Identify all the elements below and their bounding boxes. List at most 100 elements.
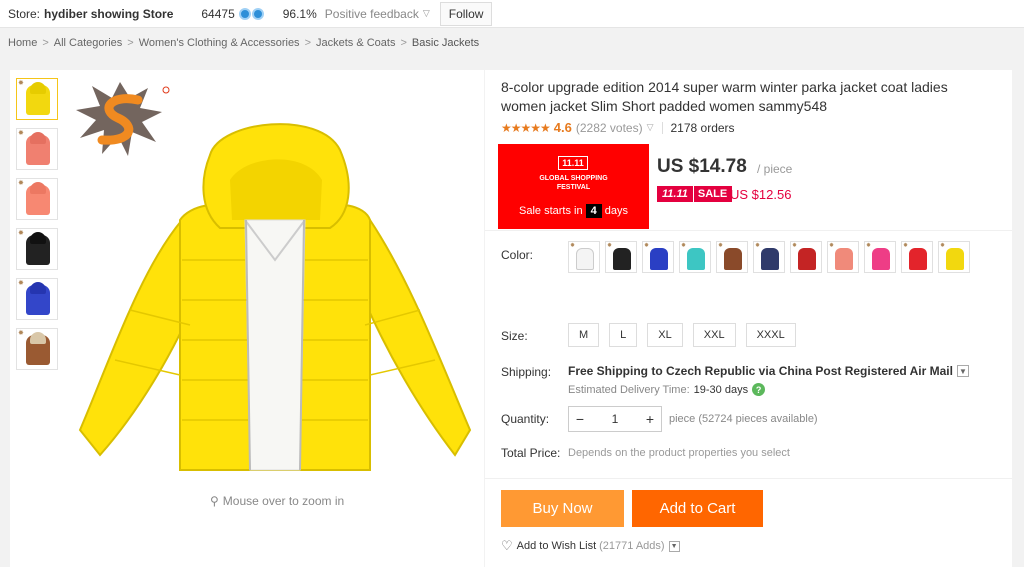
color-swatch-coral[interactable]: ✸ <box>827 241 859 273</box>
quantity-minus-button[interactable]: − <box>569 411 591 427</box>
thumbnail-list: ✸ ✸ ✸ ✸ ✸ ✸ <box>16 78 60 378</box>
breadcrumb-womens-clothing[interactable]: Women's Clothing & Accessories <box>139 37 300 49</box>
sale-badge-1111: 11.11 <box>657 186 693 202</box>
help-icon[interactable]: ? <box>752 383 766 396</box>
quantity-label: Quantity: <box>501 412 550 426</box>
shipping-main: Free Shipping to Czech Republic via Chin… <box>568 364 953 378</box>
wishlist-row[interactable]: ♡ Add to Wish List (21771 Adds) ▼ <box>501 538 680 554</box>
heart-icon: ♡ <box>501 538 513 553</box>
promo-line-2: FESTIVAL <box>556 184 591 191</box>
add-to-cart-button[interactable]: Add to Cart <box>632 490 763 527</box>
color-label: Color: <box>501 248 534 262</box>
size-option-l[interactable]: L <box>609 323 638 347</box>
price: US $14.78 <box>657 156 747 177</box>
thumbnail-black[interactable]: ✸ <box>16 228 58 270</box>
thumbnail-brown[interactable]: ✸ <box>16 328 58 370</box>
color-swatch-teal[interactable]: ✸ <box>679 241 711 273</box>
chevron-down-icon[interactable]: ▽ <box>423 8 430 19</box>
breadcrumb-jackets-coats[interactable]: Jackets & Coats <box>316 37 395 49</box>
color-swatch-brown[interactable]: ✸ <box>716 241 748 273</box>
promo-countdown: Sale starts in 4 days <box>498 204 649 218</box>
color-swatch-black[interactable]: ✸ <box>605 241 637 273</box>
color-swatch-yellow[interactable]: ✸ <box>938 241 970 273</box>
delivery-label: Estimated Delivery Time: <box>568 383 690 396</box>
promo-line-1: GLOBAL SHOPPING <box>539 175 608 182</box>
size-option-xxxl[interactable]: XXXL <box>745 323 796 347</box>
color-swatch-red[interactable]: ✸ <box>790 241 822 273</box>
color-swatch-pink[interactable]: ✸ <box>864 241 896 273</box>
zoom-hint: ⚲ Mouse over to zoom in <box>210 494 344 508</box>
rating-stars-icon: ★★★★★ <box>501 120 551 135</box>
quantity-input[interactable]: 1 <box>591 412 639 426</box>
shipping-label: Shipping: <box>501 365 552 379</box>
store-name[interactable]: hydiber showing Store <box>44 7 173 21</box>
breadcrumb-home[interactable]: Home <box>8 37 37 49</box>
promo-1111-icon: 11.11 <box>558 156 588 170</box>
store-label: Store: <box>8 6 41 21</box>
chevron-down-icon[interactable]: ▼ <box>956 365 969 377</box>
divider <box>661 121 663 134</box>
buy-now-button[interactable]: Buy Now <box>501 490 624 527</box>
per-piece-label: / piece <box>757 162 793 176</box>
divider <box>485 478 1012 479</box>
size-option-m[interactable]: M <box>568 323 600 347</box>
product-gallery: ✸ ✸ ✸ ✸ ✸ ✸ ⚲ Mouse over to zoom in <box>10 70 484 567</box>
orders-count: 2178 orders <box>670 120 735 135</box>
thumbnail-coral[interactable]: ✸ <box>16 128 58 170</box>
delivery-value: 19-30 days <box>693 383 749 396</box>
color-swatch-white[interactable]: ✸ <box>568 241 600 273</box>
sale-badge-label: SALE <box>692 186 733 202</box>
quantity-stepper: − 1 + <box>568 406 662 432</box>
breadcrumb-basic-jackets[interactable]: Basic Jackets <box>412 37 479 49</box>
delivery-estimate: Estimated Delivery Time: 19-30 days ? <box>568 383 766 396</box>
color-swatches: ✸ ✸ ✸ ✸ ✸ ✸ ✸ ✸ ✸ ✸ ✸ <box>568 241 988 279</box>
divider <box>485 230 1012 231</box>
size-option-xxl[interactable]: XXL <box>692 323 736 347</box>
quantity-plus-button[interactable]: + <box>639 411 661 427</box>
rating-row: ★★★★★ 4.6 (2282 votes) ▽ 2178 orders <box>501 120 735 135</box>
quantity-available: piece (52724 pieces available) <box>669 413 818 425</box>
breadcrumb-separator: > <box>400 37 407 49</box>
thumbnail-yellow[interactable]: ✸ <box>16 78 58 120</box>
breadcrumb: Home > All Categories > Women's Clothing… <box>8 37 479 49</box>
shipping-method: Free Shipping to Czech Republic via Chin… <box>568 364 969 378</box>
breadcrumb-separator: > <box>304 37 311 49</box>
breadcrumb-separator: > <box>42 37 49 49</box>
product-title: 8-color upgrade edition 2014 super warm … <box>501 79 948 114</box>
promo-days-count: 4 <box>585 204 602 218</box>
feedback-percent: 96.1% <box>282 6 317 21</box>
votes-count[interactable]: (2282 votes) <box>576 121 643 135</box>
follow-button[interactable]: Follow <box>439 1 493 26</box>
chevron-down-icon[interactable]: ▽ <box>647 122 654 133</box>
color-swatch-blue[interactable]: ✸ <box>642 241 674 273</box>
sale-price: US $12.56 <box>730 187 792 202</box>
total-price-label: Total Price: <box>501 446 561 460</box>
sale-badge: 11.11 SALE <box>657 186 733 202</box>
product-main-image[interactable] <box>70 110 480 480</box>
size-options: M L XL XXL XXXL <box>568 323 806 347</box>
promo-starts-prefix: Sale starts in <box>519 205 583 217</box>
thumbnail-salmon[interactable]: ✸ <box>16 178 58 220</box>
thumbnail-blue[interactable]: ✸ <box>16 278 58 320</box>
wishlist-label[interactable]: Add to Wish List <box>517 540 596 552</box>
rating-value: 4.6 <box>553 120 572 135</box>
size-label: Size: <box>501 329 528 343</box>
product-info: 8-color upgrade edition 2014 super warm … <box>485 70 1012 567</box>
zoom-hint-label: Mouse over to zoom in <box>222 494 345 508</box>
total-price-note: Depends on the product properties you se… <box>568 447 790 459</box>
promo-title: GLOBAL SHOPPING FESTIVAL <box>498 174 649 192</box>
promo-banner[interactable]: 11.11 GLOBAL SHOPPING FESTIVAL Sale star… <box>498 144 649 229</box>
wishlist-adds: (21771 Adds) <box>599 540 665 552</box>
feedback-label[interactable]: Positive feedback <box>325 7 419 21</box>
store-medal-icon <box>238 7 265 20</box>
store-score: 64475 <box>201 6 235 21</box>
promo-days-label: days <box>604 205 628 217</box>
store-bar: Store: hydiber showing Store 64475 96.1%… <box>0 0 1024 28</box>
breadcrumb-all-categories[interactable]: All Categories <box>54 37 122 49</box>
color-swatch-bright-red[interactable]: ✸ <box>901 241 933 273</box>
chevron-down-icon[interactable]: ▼ <box>668 540 680 552</box>
color-swatch-navy[interactable]: ✸ <box>753 241 785 273</box>
search-icon: ⚲ <box>210 494 219 508</box>
size-option-xl[interactable]: XL <box>647 323 683 347</box>
breadcrumb-separator: > <box>127 37 134 49</box>
